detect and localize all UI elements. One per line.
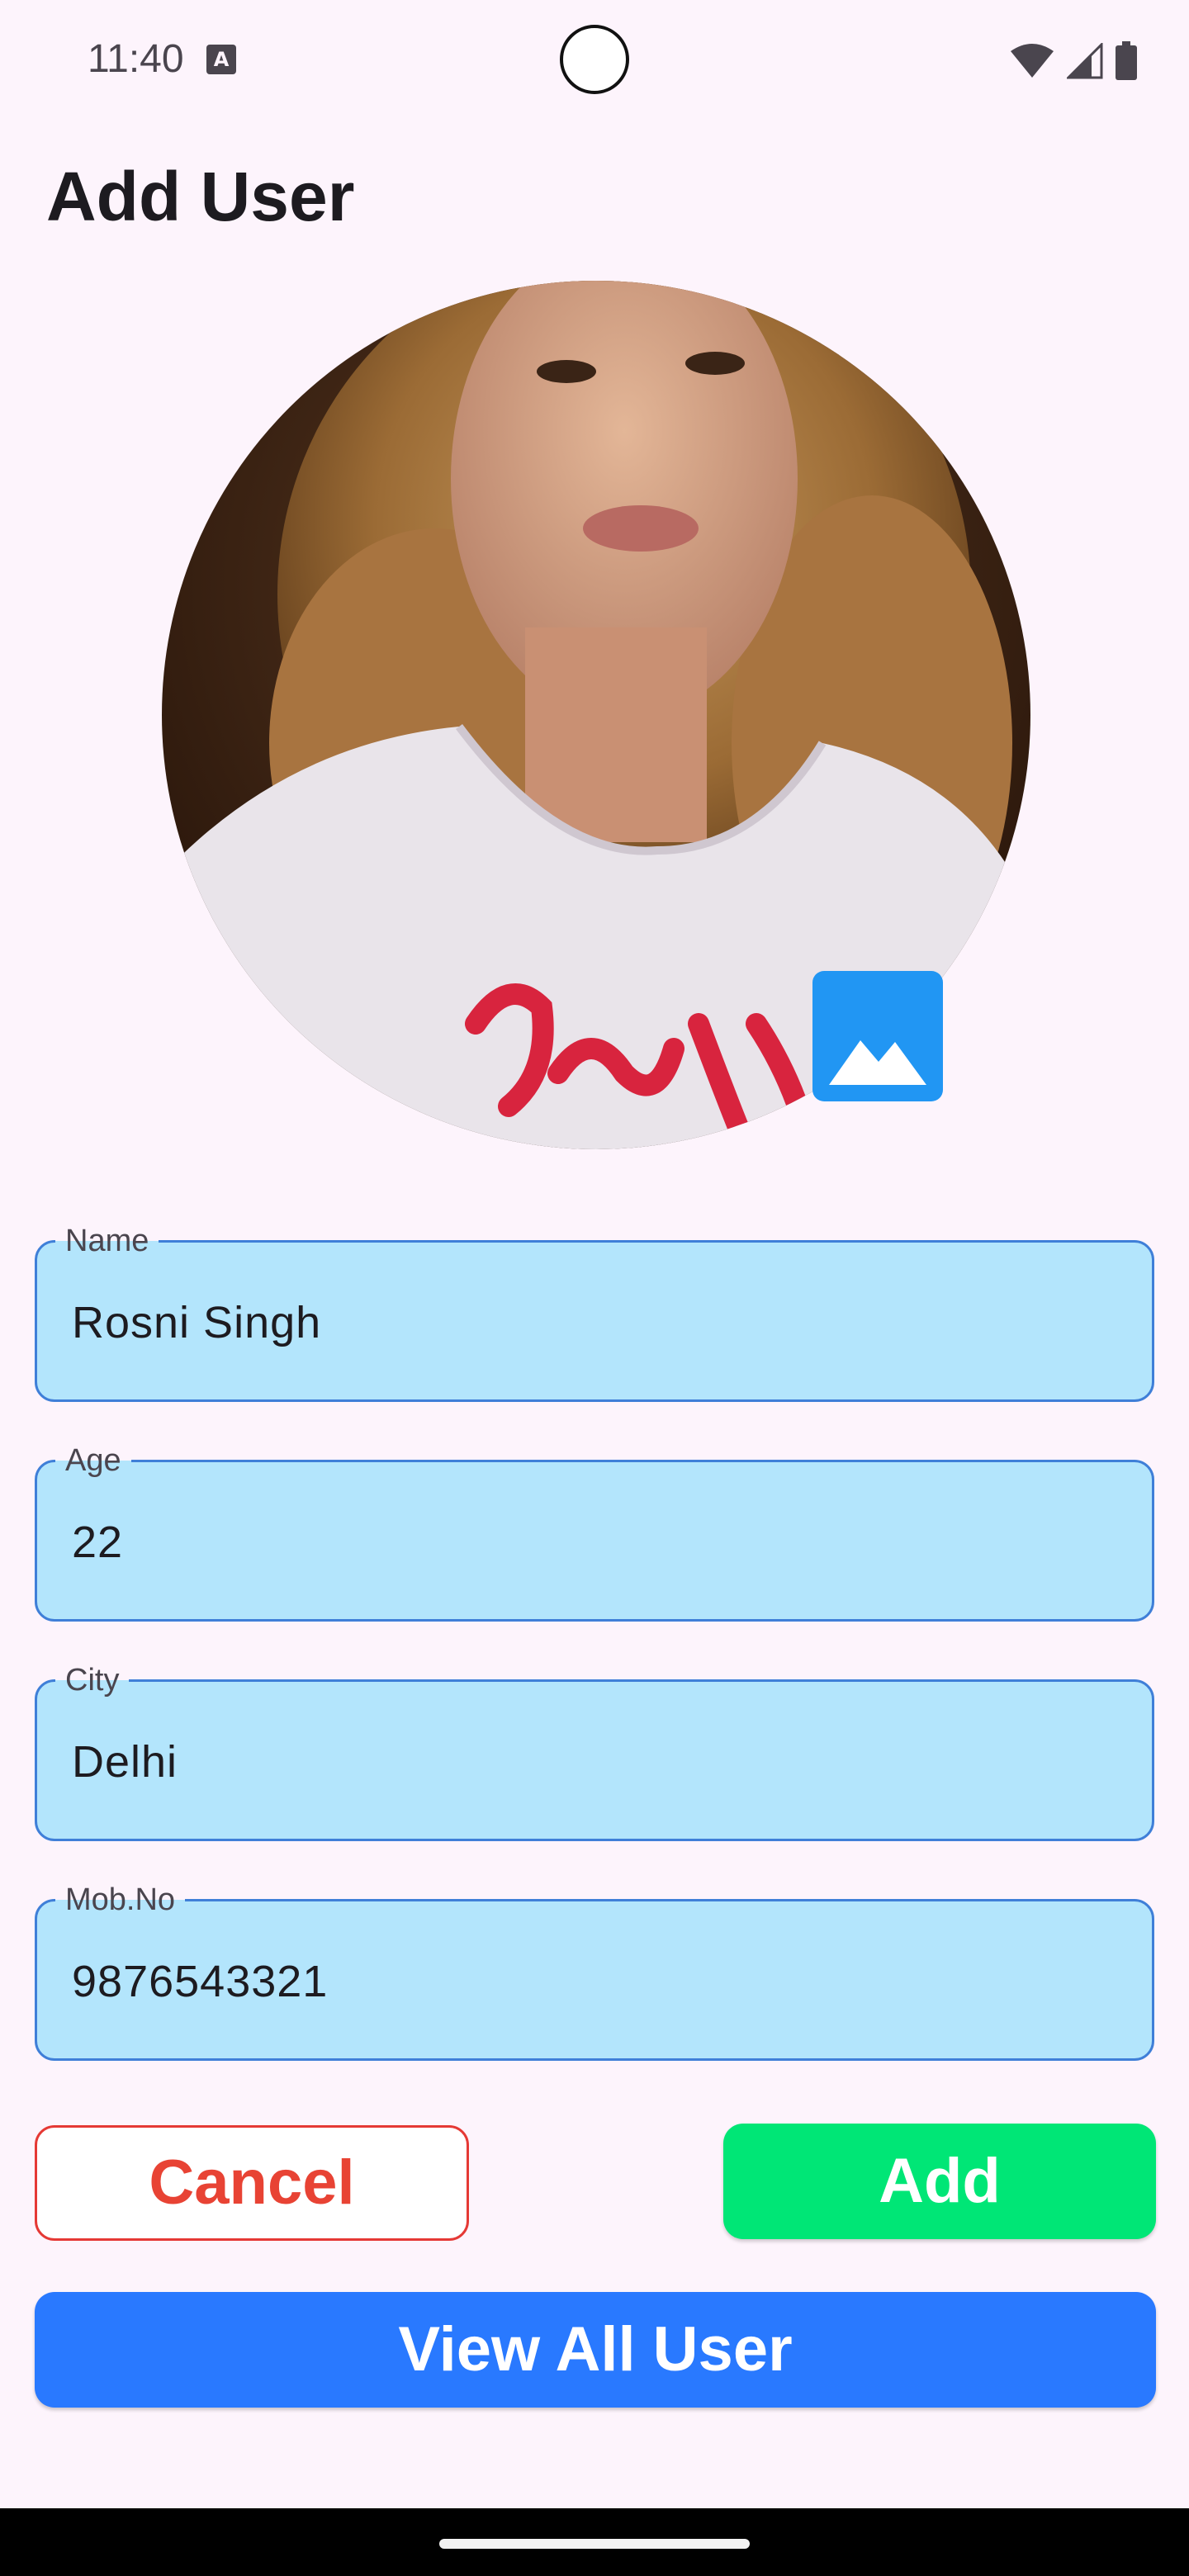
city-input[interactable]	[72, 1725, 1112, 1799]
add-user-screen: 11:40 A Add User Name Rosni Singh Age 22…	[0, 0, 1189, 2576]
navigation-bar	[0, 2508, 1189, 2576]
status-time: 11:40	[88, 37, 184, 81]
add-button[interactable]: Add	[723, 2124, 1156, 2239]
cancel-button[interactable]: Cancel	[35, 2125, 469, 2241]
mobile-label: Mob.No	[55, 1880, 186, 1920]
a-icon: A	[206, 45, 236, 74]
mobile-input[interactable]	[72, 1944, 1112, 2019]
camera-cutout	[560, 25, 629, 94]
battery-icon	[1116, 41, 1137, 80]
wifi-icon	[1011, 44, 1054, 78]
signal-icon	[1067, 43, 1103, 79]
home-indicator[interactable]	[439, 2539, 750, 2549]
age-label: Age	[55, 1441, 131, 1480]
status-bar: 11:40 A	[0, 0, 1189, 116]
page-title: Add User	[46, 158, 355, 235]
mobile-field[interactable]: Mob.No	[35, 1880, 1154, 2061]
name-label: Name	[55, 1221, 159, 1261]
city-label: City	[55, 1660, 130, 1700]
image-icon	[829, 1040, 926, 1085]
age-field[interactable]: Age	[35, 1441, 1154, 1622]
name-input[interactable]	[72, 1286, 1112, 1360]
image-picker-button[interactable]	[812, 971, 943, 1101]
age-input[interactable]	[72, 1505, 1112, 1579]
name-field[interactable]: Name	[35, 1221, 1154, 1402]
status-icons	[1009, 41, 1138, 81]
view-all-user-button[interactable]: View All User	[35, 2292, 1156, 2408]
city-field[interactable]: City	[35, 1660, 1154, 1841]
